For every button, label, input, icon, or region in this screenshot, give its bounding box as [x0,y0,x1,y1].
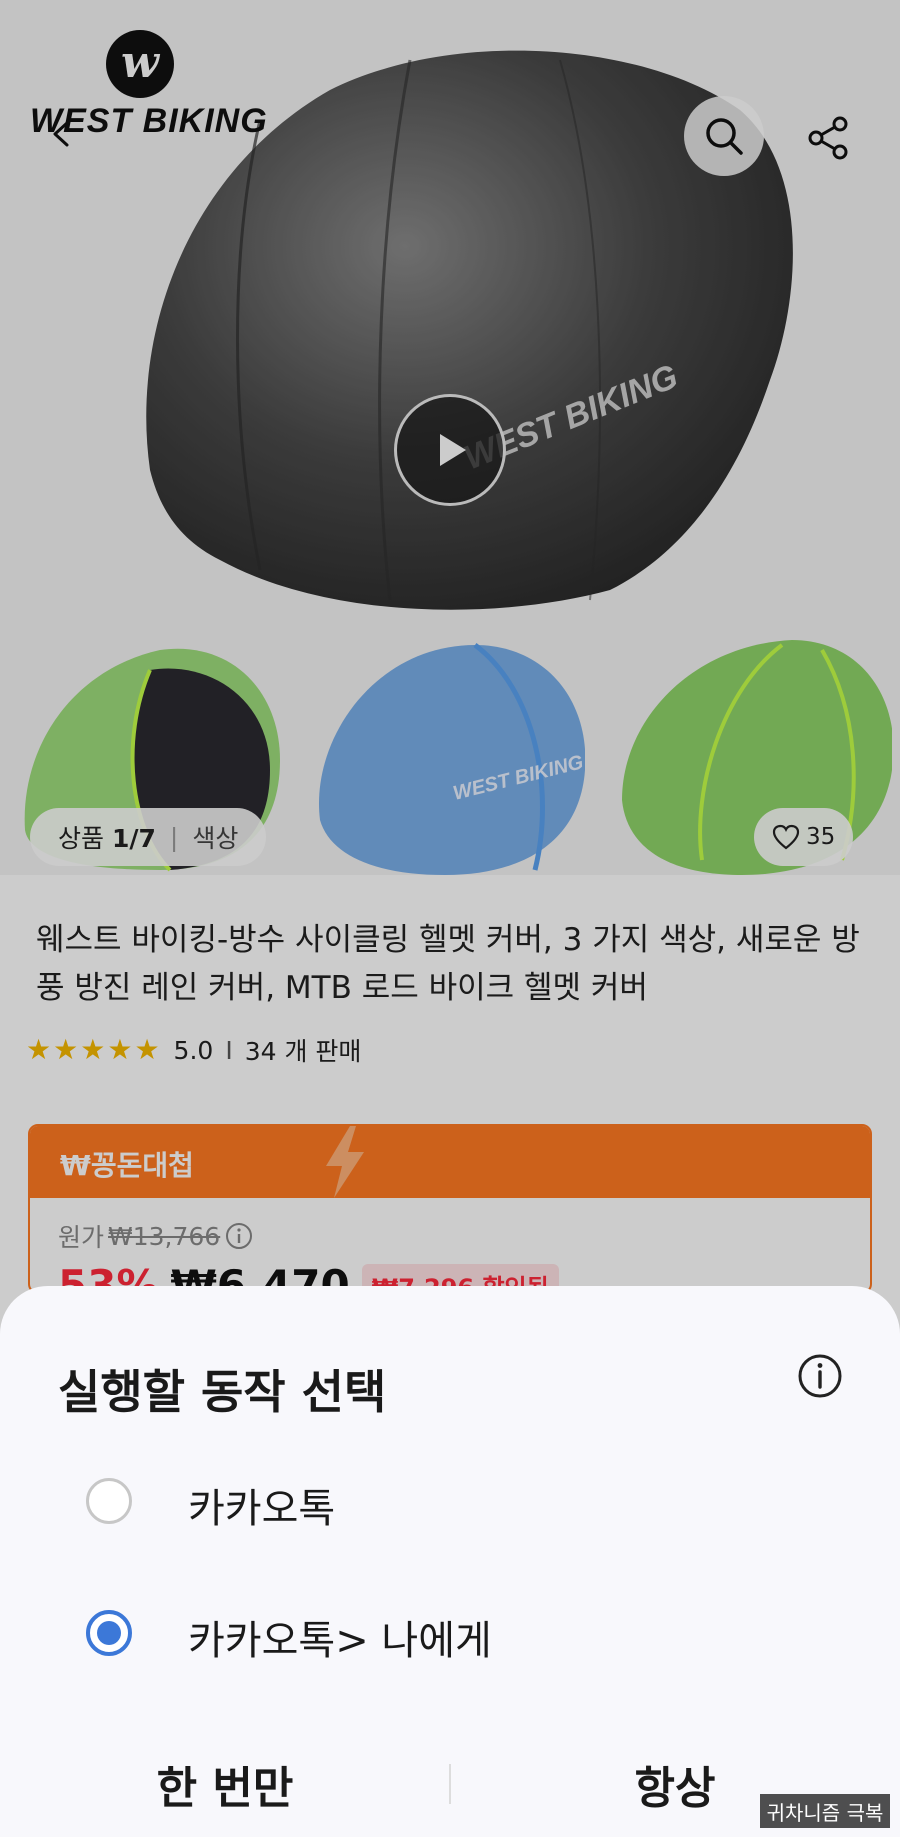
sheet-title: 실행할 동작 선택 [58,1365,387,1419]
radio-button-selected[interactable] [86,1610,132,1656]
info-icon[interactable] [796,1352,844,1400]
action-chooser-sheet: 실행할 동작 선택 카카오톡 카카오톡> 나에게 한 번만 항상 [0,1286,900,1837]
radio-button[interactable] [86,1478,132,1524]
option-kakaotalk-to-me[interactable]: 카카오톡> 나에게 [0,1572,900,1692]
overlay-watermark: 귀차니즘 극복 [760,1794,890,1828]
option-kakaotalk[interactable]: 카카오톡 [0,1440,900,1560]
option-label: 카카오톡> 나에게 [188,1618,492,1664]
option-label: 카카오톡 [188,1486,336,1532]
just-once-button[interactable]: 한 번만 [0,1734,450,1834]
